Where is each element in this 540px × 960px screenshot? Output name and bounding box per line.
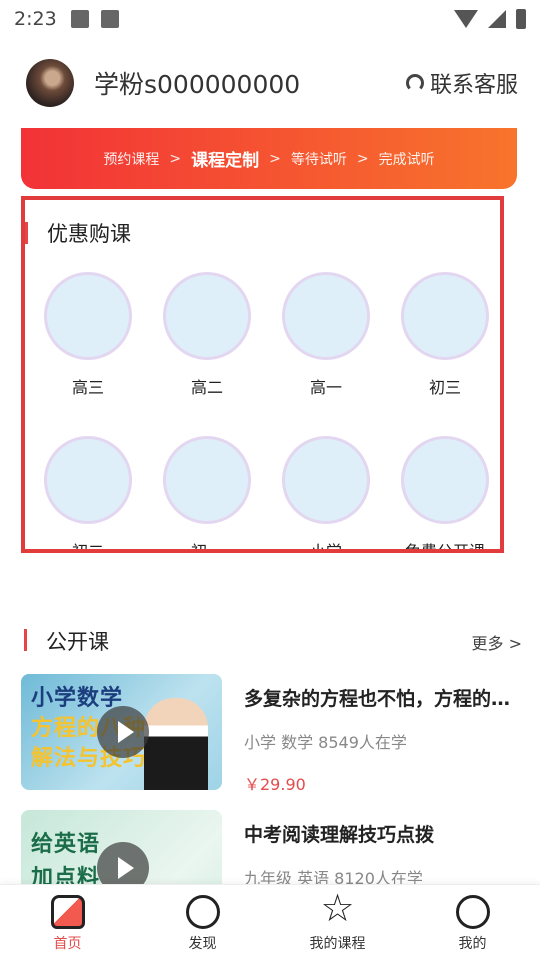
image-notification-icon [70, 10, 89, 28]
home-icon [50, 895, 85, 929]
battery-icon [516, 9, 526, 29]
grade-label: 高一 [309, 378, 342, 397]
more-link[interactable]: 更多 > [472, 630, 523, 654]
contact-service-button[interactable]: 联系客服 [405, 67, 518, 99]
app-page: 2:23 学粉s000000000 联系客服 预约课程 > 课程定制 > 等待试… [0, 0, 540, 960]
process-banner[interactable]: 预约课程 > 课程定制 > 等待试听 > 完成试听 [21, 128, 517, 189]
banner-step-customize: 课程定制 [191, 151, 260, 171]
tab-label: 我的 [458, 936, 487, 952]
course-price: ￥29.90 [244, 775, 306, 794]
grade-label: 初三 [428, 378, 461, 397]
grade-8-illustration [44, 436, 132, 524]
grade-12-illustration [44, 272, 132, 360]
status-time: 2:23 [14, 8, 57, 30]
grade-7-illustration [163, 436, 251, 524]
tab-label: 发现 [188, 936, 217, 952]
profile-icon [455, 895, 490, 929]
contact-service-label: 联系客服 [429, 73, 518, 98]
tab-label: 首页 [53, 936, 82, 952]
tab-home[interactable]: 首页 [0, 885, 135, 960]
grade-label: 免费公开课 [404, 542, 485, 553]
star-icon [321, 889, 355, 929]
status-bar: 2:23 [0, 0, 540, 38]
course-title: 中考阅读理解技巧点拨 [244, 824, 435, 846]
course-title: 多复杂的方程也不怕，方程的八种解法 [244, 688, 522, 710]
discount-section-title: 优惠购课 [47, 222, 131, 246]
grade-item-chusan[interactable]: 初三 [400, 272, 490, 398]
course-meta: 小学 数学 8549人在学 [244, 733, 407, 752]
profile-header: 学粉s000000000 联系客服 [0, 55, 540, 111]
tab-profile[interactable]: 我的 [405, 885, 540, 960]
grade-item-gaosan[interactable]: 高三 [43, 272, 133, 398]
app-notification-icon [100, 10, 119, 28]
grade-item-xiaoxue[interactable]: 小学 [281, 436, 371, 553]
banner-step-book: 预约课程 [103, 151, 160, 168]
grade-label: 高二 [190, 378, 223, 397]
username[interactable]: 学粉s000000000 [94, 65, 300, 101]
grade-item-chuyi[interactable]: 初一 [162, 436, 252, 553]
banner-step-wait: 等待试听 [290, 151, 347, 168]
grade-label: 小学 [309, 542, 342, 553]
grade-9-illustration [401, 272, 489, 360]
signal-icon [488, 10, 506, 28]
grade-label: 初一 [190, 542, 223, 553]
grade-label: 初二 [71, 542, 104, 553]
free-course-illustration [401, 436, 489, 524]
grade-10-illustration [282, 272, 370, 360]
thumb-text: 小学数学 [31, 686, 124, 711]
section-accent-bar [25, 222, 28, 244]
public-section-title: 公开课 [46, 630, 109, 654]
section-accent-bar [24, 629, 27, 651]
grade-item-gaoyi[interactable]: 高一 [281, 272, 371, 398]
banner-arrow: > [169, 150, 182, 167]
grade-item-gaoer[interactable]: 高二 [162, 272, 252, 398]
banner-arrow: > [356, 150, 369, 167]
bottom-tab-bar: 首页 发现 我的课程 我的 [0, 884, 540, 960]
banner-step-complete: 完成试听 [378, 151, 435, 168]
tab-discover[interactable]: 发现 [135, 885, 270, 960]
wifi-icon [454, 10, 478, 28]
tab-label: 我的课程 [309, 936, 366, 952]
discover-icon [185, 895, 220, 929]
thumb-text: 给英语 [31, 832, 101, 857]
discount-section: 优惠购课 高三 高二 高一 初三 初二 初一 小学 免费公开课 [21, 196, 504, 553]
tab-my-courses[interactable]: 我的课程 [270, 885, 405, 960]
status-right [454, 9, 526, 29]
play-icon[interactable] [97, 706, 149, 758]
course-thumbnail: 小学数学 方程的八种 解法与技巧 [21, 674, 222, 790]
primary-illustration [282, 436, 370, 524]
grade-label: 高三 [71, 378, 104, 397]
banner-arrow: > [269, 150, 281, 167]
grade-item-chuer[interactable]: 初二 [43, 436, 133, 553]
course-card[interactable]: 小学数学 方程的八种 解法与技巧 多复杂的方程也不怕，方程的八种解法 小学 数学… [21, 674, 522, 794]
avatar[interactable] [26, 59, 74, 107]
grade-11-illustration [163, 272, 251, 360]
headset-icon [405, 74, 424, 92]
course-info: 多复杂的方程也不怕，方程的八种解法 小学 数学 8549人在学 ￥29.90 [244, 674, 522, 794]
teacher-photo [144, 698, 208, 790]
grade-item-free-course[interactable]: 免费公开课 [400, 436, 490, 553]
